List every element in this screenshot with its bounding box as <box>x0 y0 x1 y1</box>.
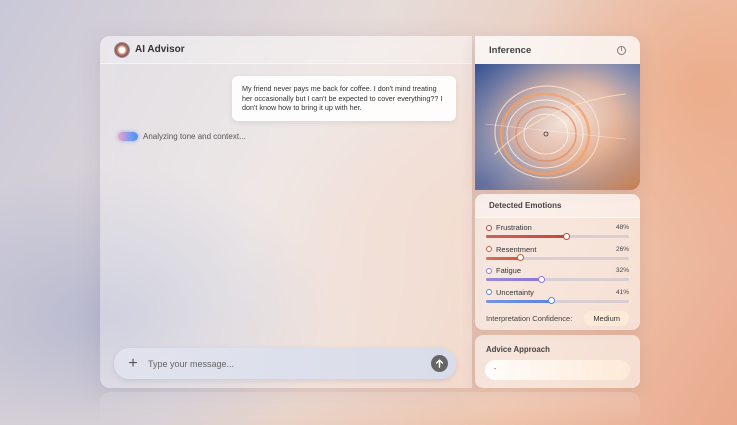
user-message-bubble: My friend never pays me back for coffee.… <box>232 76 456 121</box>
emotion-level-track <box>486 232 629 240</box>
chat-panel: AI Advisor My friend never pays me back … <box>100 36 472 388</box>
emotion-value: 48% <box>615 224 629 231</box>
emotion-value: 41% <box>615 288 629 296</box>
emotion-item: Resentment 26% <box>486 245 629 267</box>
emotion-name: Uncertainty <box>496 287 534 297</box>
confidence-label: Interpretation Confidence: <box>486 314 573 323</box>
inference-visual <box>475 64 640 190</box>
emotion-row: Frustration 48% <box>486 223 629 232</box>
detected-emotions-card: Detected Emotions Frustration 48% Resentme… <box>475 194 640 330</box>
emotion-level-knob[interactable] <box>538 275 546 283</box>
chat-header: AI Advisor <box>100 36 472 64</box>
emotion-level-knob[interactable] <box>562 232 570 240</box>
emotion-item: Fatigue 32% <box>486 266 629 288</box>
emotion-value: 26% <box>615 245 629 253</box>
emotion-level-track <box>486 254 629 261</box>
send-button[interactable] <box>431 355 448 372</box>
message-input[interactable] <box>148 358 431 369</box>
inference-header: Inference i <box>475 36 640 64</box>
analyzing-status: Analyzing tone and context... <box>143 132 246 141</box>
emotion-row: Fatigue 32% <box>486 266 629 275</box>
add-attachment-icon[interactable]: + <box>126 355 140 371</box>
emotion-level-track <box>486 297 629 304</box>
emotions-list: Frustration 48% Resentment 26% Fatigue 32% Unc… <box>475 218 640 309</box>
advisor-logo-icon <box>115 42 129 57</box>
emotion-dot-icon <box>486 289 492 295</box>
emotion-dot-icon <box>486 246 492 252</box>
emotion-row: Uncertainty 41% <box>486 288 629 297</box>
message-composer: + <box>114 348 456 379</box>
emotion-dot-icon <box>486 224 492 231</box>
app-window: AI Advisor My friend never pays me back … <box>100 36 640 388</box>
emotion-level-fill <box>486 278 542 281</box>
emotion-level-knob[interactable] <box>548 297 556 304</box>
emotion-value: 32% <box>615 267 629 274</box>
confidence-row: Interpretation Confidence: Medium <box>475 310 640 327</box>
emotion-name: Fatigue <box>496 266 522 275</box>
inference-card: Inference i <box>475 36 640 190</box>
analyzing-indicator: Analyzing tone and context... <box>118 132 246 141</box>
window-reflection <box>100 392 640 425</box>
confidence-badge: Medium <box>584 311 629 326</box>
advice-approach-card: Advice Approach - <box>475 335 640 388</box>
emotion-item: Frustration 48% <box>486 223 629 245</box>
inference-title: Inference <box>489 44 532 56</box>
emotion-row: Resentment 26% <box>486 245 629 254</box>
advice-value: - <box>485 360 630 380</box>
chat-title: AI Advisor <box>135 44 185 55</box>
emotion-level-fill <box>486 299 552 303</box>
emotion-level-fill <box>486 235 567 238</box>
arrow-up-icon <box>435 359 444 368</box>
info-icon[interactable]: i <box>617 45 626 55</box>
emotion-level-track <box>486 275 629 283</box>
emotions-title: Detected Emotions <box>475 194 640 218</box>
emotion-level-knob[interactable] <box>516 254 524 261</box>
emotion-name: Frustration <box>496 223 532 232</box>
emotion-item: Uncertainty 41% <box>486 288 629 310</box>
thinking-pulse-icon <box>118 132 138 141</box>
emotion-name: Resentment <box>496 244 537 254</box>
emotion-level-fill <box>486 256 521 260</box>
emotion-dot-icon <box>486 267 492 274</box>
advice-title: Advice Approach <box>486 345 550 354</box>
